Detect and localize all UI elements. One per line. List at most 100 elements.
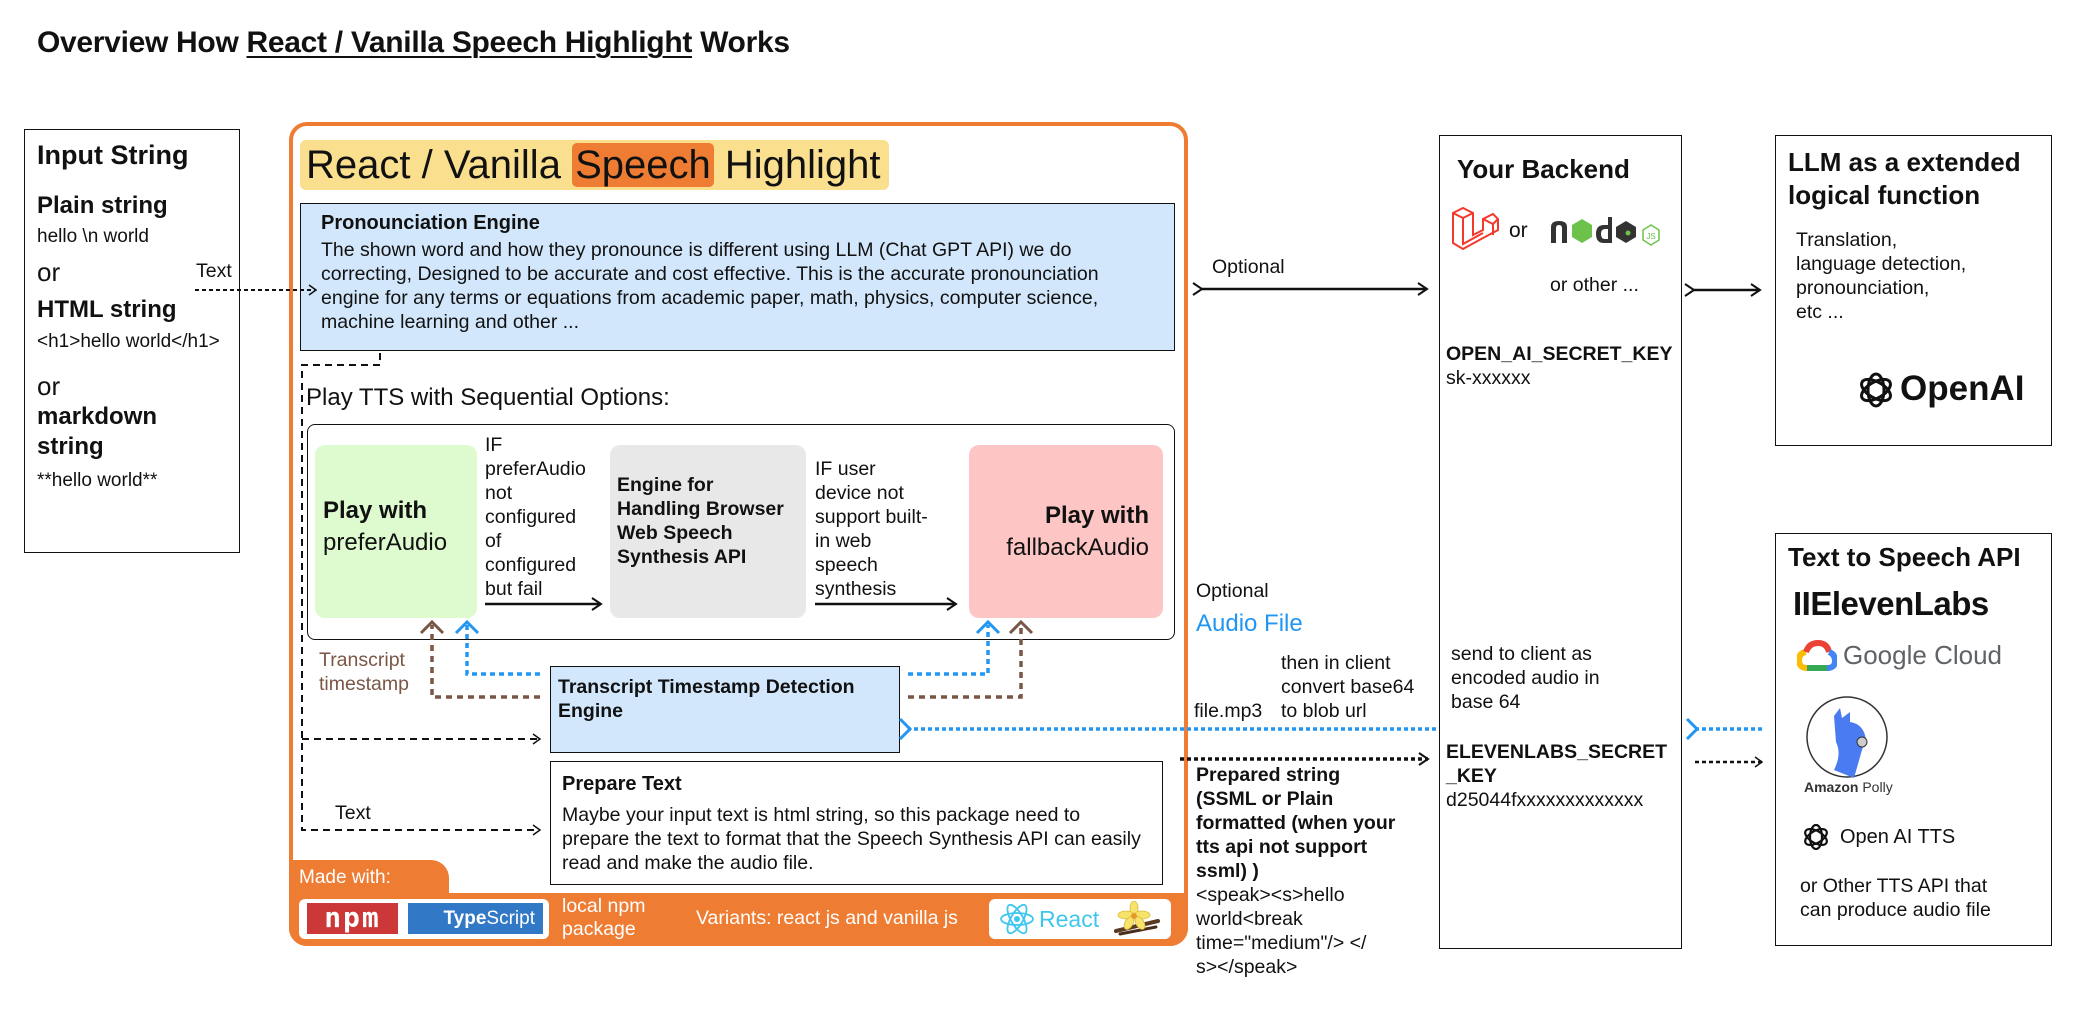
condition-line: IF user <box>815 458 876 480</box>
nodejs-logo: JS <box>1548 213 1666 249</box>
llm-title-line: LLM as a extended <box>1788 147 2021 177</box>
llm-item: pronounciation, <box>1796 277 1930 299</box>
tts-title: Text to Speech API <box>1788 542 2021 572</box>
prepared-string-line: formatted (when your <box>1196 812 1396 834</box>
condition-line: device not <box>815 482 904 504</box>
client-convert-line: to blob url <box>1281 700 1367 722</box>
browser-engine-line: Handling Browser <box>617 498 784 520</box>
fallback-audio-bold: Play with <box>1044 502 1149 529</box>
pronounciation-engine-body: The shown word and how they pronounce is… <box>321 239 1099 333</box>
page-title-prefix: Overview How <box>37 26 247 59</box>
input-string-title: Input String <box>37 140 189 170</box>
variants-label: Variants: react js and vanilla js <box>696 907 958 929</box>
elevenlabs-key-line: ELEVENLABS_SECRET <box>1446 741 1668 763</box>
send-to-client-note: send to client as encoded audio in base … <box>1451 642 1600 714</box>
browser-engine-line: Engine for <box>617 474 714 496</box>
transcript-label-line: timestamp <box>319 673 409 695</box>
package-title-highlight: Speech <box>572 143 714 187</box>
browser-engine-line: Web Speech <box>617 522 733 544</box>
npm-logo: npm <box>307 903 398 934</box>
transcript-timestamp-engine-box: Transcript Timestamp Detection Engine <box>550 666 900 753</box>
condition-line: synthesis <box>815 578 897 600</box>
google-cloud-icon <box>1795 639 1839 672</box>
audio-file-label: Audio File <box>1196 610 1303 637</box>
backend-box: Your Backend <box>1439 135 1682 949</box>
openai-tts-label: Open AI TTS <box>1840 826 1956 848</box>
prepare-text-body: Maybe your input text is html string, so… <box>562 804 1141 874</box>
llm-item: Translation, <box>1796 229 1898 251</box>
condition-prefer-audio: IF preferAudio not configured of configu… <box>485 433 586 601</box>
backend-or-other: or other ... <box>1550 274 1639 296</box>
browser-speech-engine-box: Engine for Handling Browser Web Speech S… <box>610 445 806 618</box>
other-tts-line: can produce audio file <box>1800 899 1991 921</box>
llm-item: language detection, <box>1796 253 1967 275</box>
react-icon <box>998 902 1036 936</box>
local-npm-label: local npm package <box>562 895 645 941</box>
ssml-line: time="medium"/> </ <box>1196 932 1367 954</box>
local-npm-line: package <box>562 918 636 940</box>
html-string-label: HTML string <box>37 296 177 323</box>
send-to-client-line: base 64 <box>1451 691 1521 713</box>
amazon-polly-bold: Amazon <box>1804 779 1859 795</box>
client-convert-line: then in client <box>1281 652 1391 674</box>
elevenlabs-key-value: d25044fxxxxxxxxxxxxx <box>1446 789 1644 811</box>
prepared-string-line: Prepared string <box>1196 764 1341 786</box>
npm-logo-text: npm <box>324 901 381 934</box>
ssml-line: s></speak> <box>1196 956 1298 978</box>
pronounciation-engine-title: Pronounciation Engine <box>321 212 540 234</box>
llm-title: LLM as a extended logical function <box>1788 146 2039 212</box>
transcript-label-line: Transcript <box>319 649 405 671</box>
optional-label-audio: Optional <box>1196 580 1269 602</box>
send-to-client-line: send to client as <box>1451 643 1592 665</box>
file-name-label: file.mp3 <box>1194 700 1263 722</box>
plain-string-example: hello \n world <box>37 226 149 247</box>
client-convert-line: convert base64 <box>1281 676 1415 698</box>
llm-item: etc ... <box>1796 301 1844 323</box>
prepared-string-line: (SSML or Plain <box>1196 788 1334 810</box>
prepared-string-label: Prepared string (SSML or Plain formatted… <box>1196 763 1395 883</box>
typescript-logo: TypeScript <box>408 903 543 934</box>
openai-tts-icon <box>1800 821 1832 853</box>
condition-line: of <box>485 530 502 552</box>
typescript-logo-bold: Type <box>443 908 487 929</box>
condition-line: in web <box>815 530 872 552</box>
amazon-polly-normal: Polly <box>1858 779 1893 795</box>
html-string-example: <h1>hello world</h1> <box>37 331 220 352</box>
elevenlabs-key-label: ELEVENLABS_SECRET _KEY <box>1446 740 1667 788</box>
other-tts-note: or Other TTS API that can produce audio … <box>1800 874 1991 922</box>
plain-string-label: Plain string <box>37 192 168 219</box>
laravel-icon <box>1450 205 1500 255</box>
prepared-string-line: tts api not support <box>1196 836 1368 858</box>
condition-line: support built- <box>815 506 928 528</box>
elevenlabs-logo: IIElevenLabs <box>1793 585 1989 622</box>
condition-line: speech <box>815 554 878 576</box>
condition-line: configured <box>485 506 577 528</box>
prefer-audio-box: Play with preferAudio <box>315 445 477 618</box>
condition-line: not <box>485 482 513 504</box>
prepare-text-box: Prepare Text Maybe your input text is ht… <box>550 761 1163 885</box>
package-title: React / Vanilla Speech Highlight <box>300 140 889 190</box>
ssml-example: <speak><s>hello world<break time="medium… <box>1196 883 1366 979</box>
client-convert-note: then in client convert base64 to blob ur… <box>1281 651 1414 723</box>
made-with-label: Made with: <box>299 867 391 888</box>
send-to-client-line: encoded audio in <box>1451 667 1600 689</box>
google-cloud-text: Google Cloud <box>1843 640 2002 670</box>
openai-logo-text: OpenAI <box>1900 369 2025 408</box>
markdown-string-label-2: string <box>37 433 104 460</box>
page-title: Overview How React / Vanilla Speech High… <box>37 26 790 60</box>
package-title-part2: Highlight <box>713 143 881 187</box>
prepare-text-title: Prepare Text <box>562 773 682 795</box>
page-title-underlined: React / Vanilla Speech Highlight <box>246 26 693 59</box>
condition-line: preferAudio <box>485 458 586 480</box>
ssml-line: <speak><s>hello <box>1196 884 1345 906</box>
prefer-audio-label: preferAudio <box>323 529 448 556</box>
page-title-suffix: Works <box>692 26 790 59</box>
text-arrow-label: Text <box>196 260 232 282</box>
vanilla-flower-icon <box>1110 900 1162 937</box>
markdown-string-example: **hello world** <box>37 470 158 491</box>
pronounciation-engine-box: Pronounciation Engine The shown word and… <box>300 203 1175 351</box>
prefer-audio-bold: Play with <box>323 497 428 524</box>
condition-browser-support: IF user device not support built- in web… <box>815 457 928 601</box>
package-title-part1: React / Vanilla <box>306 143 573 187</box>
fallback-audio-box: Play with fallbackAudio <box>969 445 1163 618</box>
